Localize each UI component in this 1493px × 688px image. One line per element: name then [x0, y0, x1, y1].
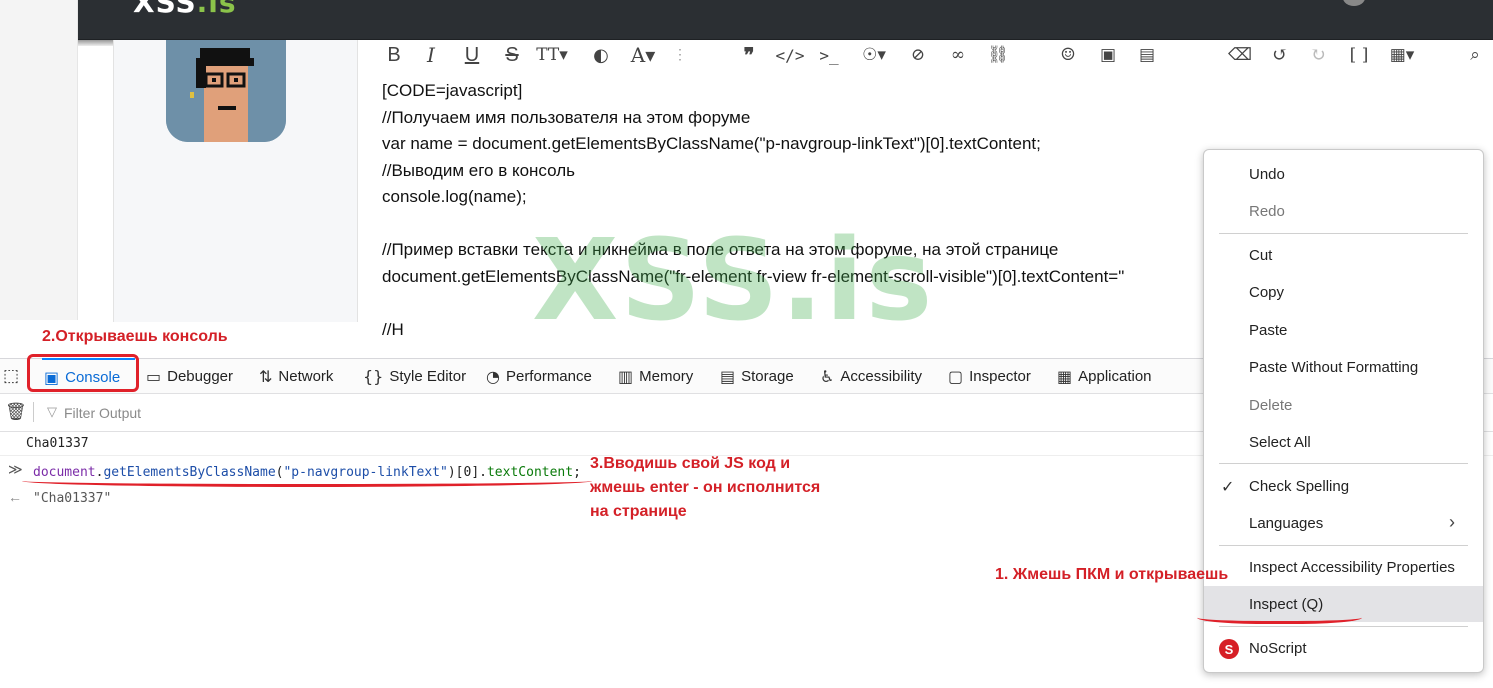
filter-icon: ▽	[47, 404, 57, 419]
inspector-icon: ▢	[948, 366, 964, 386]
annotation-step-2: 2.Открываешь консоль	[42, 328, 228, 345]
filter-divider	[33, 402, 34, 422]
inline-code-icon[interactable]: >_	[816, 40, 842, 70]
storage-icon: ▤	[720, 366, 736, 386]
tab-style-editor[interactable]: {} Style Editor	[363, 358, 466, 394]
emoji-icon[interactable]: ☺	[1056, 40, 1080, 70]
fullscreen-icon[interactable]: [ ]	[1348, 40, 1370, 70]
save-draft-icon[interactable]: ▦▾	[1382, 40, 1422, 70]
chevron-right-icon: ›	[1449, 512, 1455, 532]
annotation-step-1: 1. Жмешь ПКМ и открываешь	[995, 566, 1229, 583]
hide-icon[interactable]: ⊘	[906, 40, 930, 70]
menu-redo[interactable]: Redo	[1249, 203, 1285, 220]
check-icon: ✓	[1221, 479, 1235, 496]
application-icon: ▦	[1057, 366, 1073, 386]
editor-line: [CODE=javascript]	[382, 81, 523, 100]
inspect-underline	[1197, 608, 1362, 624]
menu-select-all[interactable]: Select All	[1249, 434, 1311, 451]
palette-icon[interactable]: ◐	[590, 40, 612, 70]
menu-noscript[interactable]: NoScript	[1249, 640, 1307, 657]
pick-element-icon[interactable]: ⬚	[3, 366, 19, 386]
editor-line: //Получаем имя пользователя на этом фору…	[382, 107, 751, 127]
command-underline	[22, 475, 592, 487]
style-editor-icon: {}	[363, 366, 384, 386]
tab-performance[interactable]: ◔ Performance	[486, 358, 592, 394]
menu-separator	[1219, 233, 1468, 234]
image-icon[interactable]: ▣	[1096, 40, 1120, 70]
accessibility-icon: ♿	[820, 366, 835, 386]
tab-application[interactable]: ▦ Application	[1057, 358, 1152, 394]
mask-icon[interactable]: ∞	[946, 40, 970, 70]
filter-output-input[interactable]: Filter Output	[64, 405, 141, 421]
user-avatar-mini[interactable]	[1343, 0, 1365, 6]
font-family-icon[interactable]: A▾	[624, 40, 662, 70]
site-header: XSS.is	[78, 0, 1493, 40]
bold-icon[interactable]: B	[384, 40, 404, 70]
strikethrough-icon[interactable]: S	[502, 40, 522, 70]
console-result: "Cha01337"	[33, 491, 112, 506]
menu-separator	[1219, 545, 1468, 546]
menu-separator	[1219, 463, 1468, 464]
underline-icon[interactable]: U	[462, 40, 482, 70]
memory-icon: ▥	[618, 366, 634, 386]
media-icon[interactable]: ▤	[1134, 40, 1160, 70]
menu-copy[interactable]: Copy	[1249, 284, 1284, 301]
site-logo[interactable]: XSS.is	[133, 0, 237, 19]
tab-inspector[interactable]: ▢ Inspector	[948, 358, 1031, 394]
console-log-text: Cha01337	[26, 436, 89, 451]
menu-cut[interactable]: Cut	[1249, 247, 1272, 264]
annotation-step-3: 3.Вводишь свой JS код и жмешь enter - он…	[590, 455, 821, 520]
tab-storage[interactable]: ▤ Storage	[720, 358, 794, 394]
console-tab-highlight	[27, 354, 139, 392]
user-avatar[interactable]	[166, 40, 286, 142]
tab-debugger[interactable]: ▭ Debugger	[146, 358, 233, 394]
clear-console-icon[interactable]: 🗑	[5, 402, 27, 422]
network-icon: ⇅	[259, 366, 273, 386]
page-left-strip	[0, 0, 78, 320]
preview-icon[interactable]: ⌕	[1462, 40, 1488, 70]
menu-paste[interactable]: Paste	[1249, 322, 1287, 339]
editor-toolbar: B I U S TT▾ ◐ A▾ ⋮ ❞ </> >_ ☉▾ ⊘ ∞ ⛓ ☺ ▣…	[372, 40, 1493, 74]
more-dots-icon[interactable]: ⋮	[673, 40, 687, 70]
menu-delete[interactable]: Delete	[1249, 397, 1292, 414]
quote-icon[interactable]: ❞	[738, 40, 760, 70]
code-icon[interactable]: </>	[776, 40, 805, 70]
console-prompt-icon: ≫	[8, 462, 23, 478]
result-arrow-icon: ←	[8, 489, 22, 505]
italic-icon[interactable]: I	[422, 40, 440, 70]
noscript-icon: S	[1219, 639, 1239, 659]
tab-accessibility[interactable]: ♿ Accessibility	[820, 358, 922, 394]
tab-memory[interactable]: ▥ Memory	[618, 358, 693, 394]
menu-languages[interactable]: Languages	[1249, 515, 1323, 532]
menu-paste-plain[interactable]: Paste Without Formatting	[1249, 359, 1418, 376]
tab-network[interactable]: ⇅ Network	[259, 358, 333, 394]
menu-undo[interactable]: Undo	[1249, 166, 1285, 183]
performance-icon: ◔	[486, 366, 500, 386]
undo-icon[interactable]: ↺	[1268, 40, 1292, 70]
menu-inspect-accessibility[interactable]: Inspect Accessibility Properties	[1249, 559, 1455, 576]
menu-separator	[1219, 626, 1468, 627]
redo-icon[interactable]: ↻	[1306, 40, 1330, 70]
eraser-icon[interactable]: ⌫	[1228, 40, 1252, 70]
menu-check-spelling[interactable]: Check Spelling	[1249, 478, 1349, 495]
debugger-icon: ▭	[146, 366, 162, 386]
fingerprint-icon[interactable]: ☉▾	[854, 40, 894, 70]
link-icon[interactable]: ⛓	[986, 40, 1010, 70]
text-size-icon[interactable]: TT▾	[532, 40, 572, 70]
